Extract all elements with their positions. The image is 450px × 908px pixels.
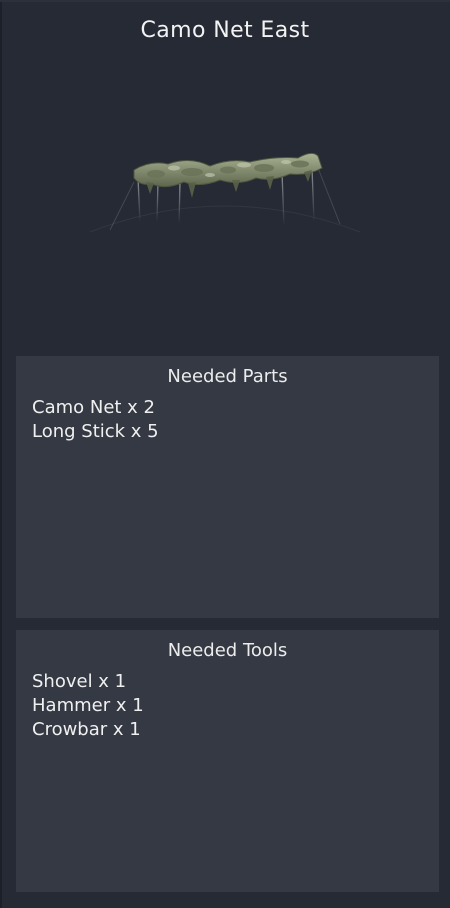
build-info-panel: Camo Net East Needed Parts Camo Net x 2 … [0,0,450,908]
needed-tools-panel: Needed Tools Shovel x 1 Hammer x 1 Crowb… [16,630,439,892]
needed-parts-heading: Needed Parts [167,366,288,387]
needed-parts-panel: Needed Parts Camo Net x 2 Long Stick x 5 [16,356,439,618]
part-item: Camo Net x 2 [32,397,156,418]
structure-preview [60,120,390,270]
camo-net-model-icon [89,152,361,233]
needed-parts-list: Camo Net x 2 Long Stick x 5 [32,396,159,444]
needed-tools-list: Shovel x 1 Hammer x 1 Crowbar x 1 [32,670,144,742]
tool-item: Shovel x 1 [32,671,127,692]
tool-item: Hammer x 1 [32,695,144,716]
needed-tools-heading: Needed Tools [167,640,288,661]
structure-title: Camo Net East [140,18,310,43]
tool-item: Crowbar x 1 [32,719,141,740]
panel-left-edge [0,0,2,908]
panel-top-edge [0,0,450,2]
part-item: Long Stick x 5 [32,421,159,442]
